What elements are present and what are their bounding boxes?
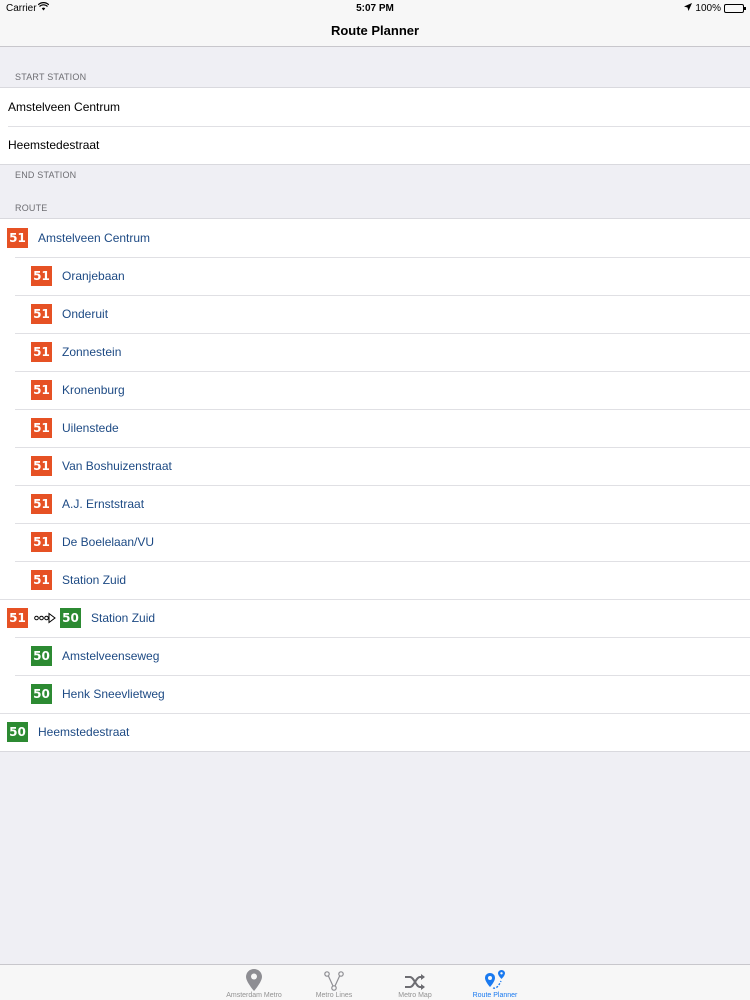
station-name: Kronenburg [62,383,125,397]
line-51-badge: 51 [7,228,28,248]
route-planner-icon [460,965,530,991]
station-name: Station Zuid [91,611,156,625]
station-input-group: Amstelveen Centrum Heemstedestraat [0,87,750,165]
route-station-row: 51 Van Boshuizenstraat [0,447,750,485]
line-51-badge: 51 [31,266,52,286]
route-station-row: 51 Station Zuid [0,561,750,599]
battery-percent: 100% [695,3,721,14]
start-station-field[interactable]: Amstelveen Centrum [0,88,750,126]
tab-bar: Amsterdam Metro Metro Lines Metro Map Ro… [0,964,750,1000]
navigation-bar: Route Planner [0,16,750,47]
station-name: Heemstedestraat [38,725,130,739]
route-station-row: 51 Oranjebaan [0,257,750,295]
location-arrow-icon [684,3,693,14]
line-51-badge: 51 [31,532,52,552]
route-station-row: 50 Heemstedestraat [0,713,750,751]
map-pin-icon [219,965,289,991]
start-station-header: START STATION [15,72,87,82]
line-51-badge: 51 [7,608,28,628]
route-list: 51 Amstelveen Centrum 51 Oranjebaan 51 Onderu… [0,218,750,752]
tab-label: Metro Map [398,992,432,999]
tab-route-planner[interactable]: Route Planner [460,965,530,1000]
line-50-badge: 50 [60,608,81,628]
shuffle-icon [380,965,450,991]
page-title: Route Planner [330,23,420,38]
route-station-row: 51 A.J. Ernststraat [0,485,750,523]
line-50-badge: 50 [31,646,52,666]
tab-metro-map[interactable]: Metro Map [380,965,450,1000]
line-51-badge: 51 [31,380,52,400]
route-station-row: 51 Zonnestein [0,333,750,371]
route-station-row: 50 Amstelveenseweg [0,637,750,675]
route-station-row: 51 Kronenburg [0,371,750,409]
line-51-badge: 51 [31,304,52,324]
line-51-badge: 51 [31,570,52,590]
station-name: Henk Sneevlietweg [62,687,165,701]
end-station-header: END STATION [15,170,77,180]
route-station-row: 51 Amstelveen Centrum [0,219,750,257]
station-name: Uilenstede [62,421,119,435]
clock-time: 5:07 PM [356,3,394,14]
line-50-badge: 50 [31,684,52,704]
transfer-row: 51 50 Station Zuid [0,599,750,637]
station-name: Oranjebaan [62,269,125,283]
line-51-badge: 51 [31,494,52,514]
line-51-badge: 51 [31,342,52,362]
station-name: Amstelveenseweg [62,649,160,663]
network-icon [299,965,369,991]
station-name: De Boelelaan/VU [62,535,155,549]
station-name: A.J. Ernststraat [62,497,145,511]
route-station-row: 51 De Boelelaan/VU [0,523,750,561]
route-station-row: 51 Uilenstede [0,409,750,447]
route-station-row: 51 Onderuit [0,295,750,333]
station-name: Station Zuid [62,573,127,587]
start-station-value: Amstelveen Centrum [8,100,121,114]
station-name: Onderuit [62,307,109,321]
tab-metro-lines[interactable]: Metro Lines [299,965,369,1000]
end-station-field[interactable]: Heemstedestraat [0,126,750,164]
station-name: Van Boshuizenstraat [62,459,172,473]
station-name: Zonnestein [62,345,122,359]
line-51-badge: 51 [31,418,52,438]
route-station-row: 50 Henk Sneevlietweg [0,675,750,713]
line-51-badge: 51 [31,456,52,476]
end-station-value: Heemstedestraat [8,138,100,152]
tab-label: Metro Lines [315,992,353,999]
line-50-badge: 50 [7,722,28,742]
status-bar: Carrier 5:07 PM 100% [0,0,750,16]
tab-label: Amsterdam Metro [226,992,282,999]
battery-icon [724,4,746,13]
transfer-arrow-icon [34,611,56,625]
tab-amsterdam-metro[interactable]: Amsterdam Metro [219,965,289,1000]
tab-label: Route Planner [472,992,518,999]
station-name: Amstelveen Centrum [38,231,151,245]
route-header: ROUTE [15,203,48,213]
